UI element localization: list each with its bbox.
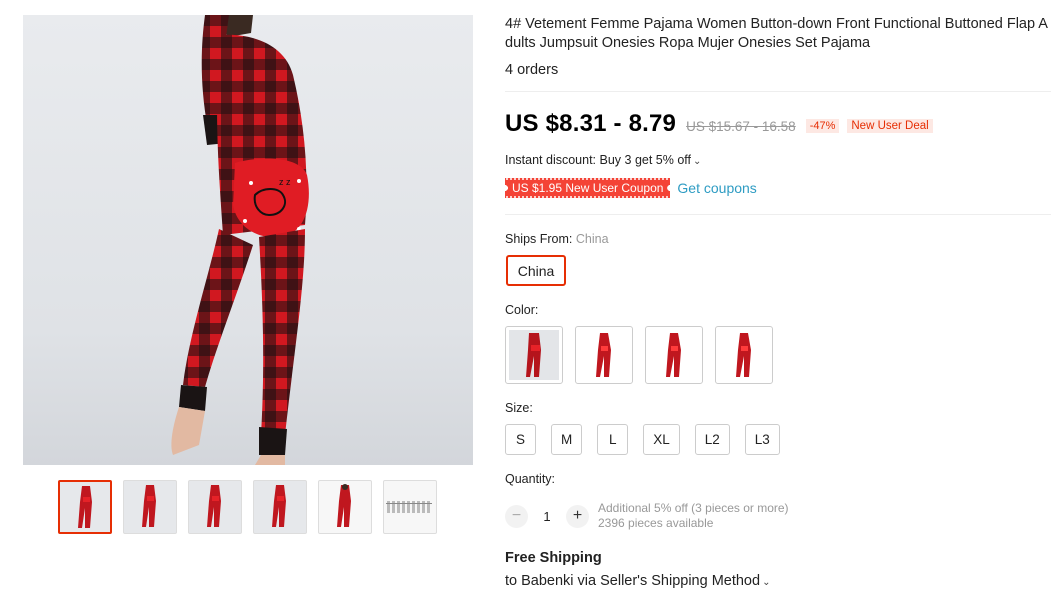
ships-from-label-text: Ships From: — [505, 232, 573, 246]
shipping-method-dropdown[interactable]: to Babenki via Seller's Shipping Method ⌄ — [505, 573, 770, 589]
price-row: US $8.31 - 8.79 US $15.67 - 16.58 -47% N… — [505, 110, 933, 138]
pajama-thumbnail-image — [142, 485, 156, 527]
pajama-thumbnail-image — [272, 485, 286, 527]
pajama-model-illustration: z z — [171, 15, 309, 465]
pajama-swatch-image — [666, 333, 681, 377]
size-option-l3[interactable]: L3 — [744, 424, 780, 455]
instant-discount-dropdown[interactable]: Instant discount: Buy 3 get 5% off ⌄ — [505, 153, 701, 167]
color-options — [505, 326, 773, 384]
size-option-s[interactable]: S — [505, 424, 536, 455]
size-option-l2[interactable]: L2 — [694, 424, 730, 455]
quantity-increase-button[interactable]: + — [566, 504, 589, 528]
chevron-down-icon: ⌄ — [693, 156, 702, 167]
color-swatch-image — [509, 330, 559, 380]
quantity-notes: Additional 5% off (3 pieces or more) 239… — [598, 501, 789, 531]
pajama-thumbnail-image — [78, 486, 92, 528]
pajama-thumbnail-image — [207, 485, 221, 527]
thumbnail-5[interactable] — [318, 480, 372, 534]
ships-from-label: Ships From: China — [505, 232, 609, 246]
divider — [505, 91, 1051, 92]
color-swatch-image — [719, 330, 769, 380]
size-options: S M L XL L2 L3 — [505, 424, 780, 455]
size-option-m[interactable]: M — [551, 424, 583, 455]
quantity-stepper: − 1 + Additional 5% off (3 pieces or mor… — [505, 501, 789, 531]
size-label: Size: — [505, 401, 533, 415]
size-option-l[interactable]: L — [597, 424, 629, 455]
color-option-1[interactable] — [505, 326, 563, 384]
thumbnail-3[interactable] — [188, 480, 242, 534]
size-option-xl[interactable]: XL — [643, 424, 680, 455]
shipping-method-text: to Babenki via Seller's Shipping Method — [505, 573, 761, 589]
divider — [505, 214, 1051, 215]
thumbnail-strip — [58, 480, 437, 534]
color-swatch-image — [649, 330, 699, 380]
main-product-image[interactable]: z z — [23, 15, 473, 465]
chevron-down-icon: ⌄ — [762, 577, 771, 588]
thumbnail-2[interactable] — [123, 480, 177, 534]
thumbnail-4[interactable] — [253, 480, 307, 534]
new-user-deal-badge: New User Deal — [847, 119, 933, 133]
product-title: 4# Vetement Femme Pajama Women Button-do… — [505, 16, 1048, 51]
ships-from-selected: China — [575, 232, 609, 246]
ships-from-option-china[interactable]: China — [506, 255, 566, 286]
coupon-row: US $1.95 New User Coupon Get coupons — [505, 178, 757, 198]
svg-text:z z: z z — [279, 177, 291, 187]
free-shipping-title: Free Shipping — [505, 550, 602, 566]
current-price: US $8.31 - 8.79 — [505, 110, 677, 137]
pajama-swatch-image — [526, 333, 541, 377]
color-option-4[interactable] — [715, 326, 773, 384]
color-option-3[interactable] — [645, 326, 703, 384]
new-user-coupon[interactable]: US $1.95 New User Coupon — [505, 178, 671, 198]
discount-badge: -47% — [805, 119, 840, 133]
thumbnail-6-size-chart[interactable] — [383, 480, 437, 534]
pajama-swatch-image — [736, 333, 751, 377]
quantity-label: Quantity: — [505, 472, 556, 486]
instant-discount-text: Instant discount: Buy 3 get 5% off — [505, 153, 691, 167]
quantity-input[interactable]: 1 — [533, 509, 561, 524]
size-chart-thumbnail-image — [386, 501, 432, 513]
color-swatch-image — [579, 330, 629, 380]
thumbnail-1[interactable] — [58, 480, 112, 534]
order-count: 4 orders — [505, 62, 559, 78]
get-coupons-link[interactable]: Get coupons — [677, 180, 756, 196]
color-option-2[interactable] — [575, 326, 633, 384]
pajama-thumbnail-image — [337, 484, 351, 527]
pajama-swatch-image — [596, 333, 611, 377]
quantity-decrease-button[interactable]: − — [505, 504, 528, 528]
stock-available-note: 2396 pieces available — [598, 516, 714, 530]
bulk-discount-note: Additional 5% off (3 pieces or more) — [598, 501, 789, 515]
original-price: US $15.67 - 16.58 — [686, 119, 796, 134]
color-label: Color: — [505, 303, 539, 317]
